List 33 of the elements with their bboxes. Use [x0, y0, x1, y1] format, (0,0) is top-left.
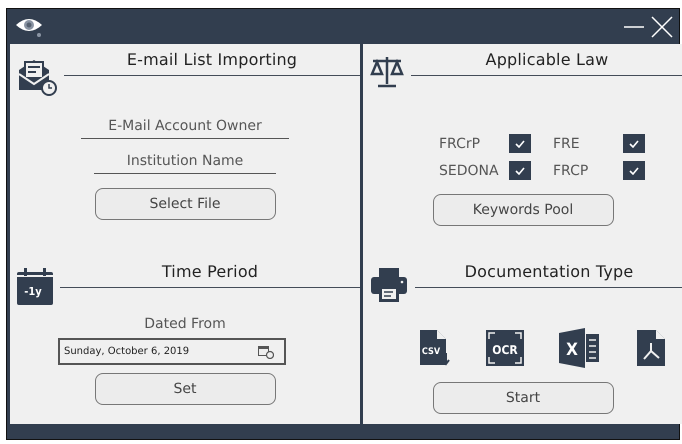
checkbox[interactable]	[509, 161, 531, 180]
section-title: Time Period	[162, 261, 258, 283]
text-field[interactable]: Institution Name	[94, 149, 276, 174]
printer-icon	[369, 266, 409, 304]
checkbox-label: SEDONA	[439, 162, 499, 178]
checkbox-label: FRCP	[553, 162, 590, 178]
field-label: Dated From	[144, 316, 226, 332]
checkmark-icon	[515, 166, 525, 174]
checkmark-icon	[515, 140, 525, 148]
date-picker[interactable]: Sunday, October 6, 2019	[58, 338, 286, 365]
start-button[interactable]: Start	[432, 382, 614, 414]
date-value: Sunday, October 6, 2019	[64, 346, 190, 357]
close-icon	[651, 16, 673, 38]
checkbox-label: FRCrP	[439, 136, 482, 152]
calendar-icon	[258, 344, 274, 358]
set-button[interactable]: Set	[94, 373, 276, 405]
select-file-button[interactable]: Select File	[94, 188, 276, 220]
checkmark-icon	[629, 140, 639, 148]
checkbox[interactable]	[623, 134, 645, 153]
checkmark-icon	[629, 166, 639, 174]
text-field[interactable]: E-Mail Account Owner	[81, 114, 289, 139]
checkbox[interactable]	[623, 161, 645, 180]
keywords-pool-button[interactable]: Keywords Pool	[432, 194, 614, 226]
section-title: Applicable Law	[486, 49, 608, 71]
minimize-icon	[623, 26, 645, 28]
section-title: E-mail List Importing	[126, 49, 298, 71]
section-title: Documentation Type	[464, 261, 634, 283]
checkbox[interactable]	[509, 134, 531, 153]
close-button[interactable]	[651, 16, 673, 38]
checkbox-label: FRE	[553, 136, 581, 152]
ocr-icon: OCR	[486, 330, 524, 366]
pdf-file-icon	[636, 329, 666, 367]
scales-icon	[369, 54, 405, 90]
